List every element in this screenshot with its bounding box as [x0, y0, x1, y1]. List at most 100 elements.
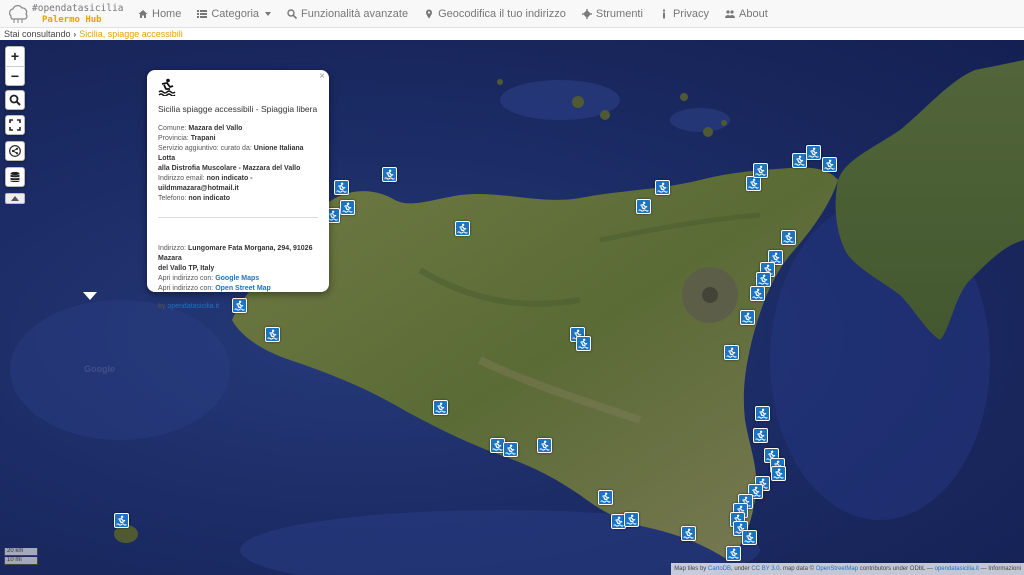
- beach-marker[interactable]: [742, 530, 757, 545]
- beach-marker[interactable]: [753, 428, 768, 443]
- map-canvas[interactable]: Google + − × Sicilia spiagge accessibili…: [0, 40, 1024, 575]
- popup-email: Indirizzo email: non indicato - uildmmaz…: [158, 175, 253, 192]
- wheelchair-swimmer-icon: [267, 329, 278, 340]
- search-button[interactable]: [5, 90, 25, 110]
- wheelchair-swimmer-icon: [783, 232, 794, 243]
- beach-marker[interactable]: [771, 466, 786, 481]
- brand-logo[interactable]: #opendatasicilia Palermo Hub: [6, 2, 124, 26]
- wheelchair-swimmer-icon: [758, 274, 769, 285]
- chevron-right-icon: ›: [73, 29, 77, 39]
- wheelchair-swimmer-icon: [755, 165, 766, 176]
- wheelchair-swimmer-icon: [683, 528, 694, 539]
- beach-marker[interactable]: [781, 230, 796, 245]
- popup-indirizzo-cont: del Vallo TP, Italy: [158, 265, 215, 272]
- wheelchair-swimmer-icon: [384, 169, 395, 180]
- wheelchair-swimmer-icon: [158, 78, 176, 97]
- share-button[interactable]: [5, 141, 25, 161]
- wheelchair-swimmer-icon: [457, 223, 468, 234]
- nav-home-label: Home: [152, 8, 182, 20]
- nav-about-label: About: [739, 8, 768, 20]
- nav-categoria-dropdown[interactable]: Categoria: [189, 0, 279, 28]
- beach-marker[interactable]: [753, 163, 768, 178]
- fullscreen-button[interactable]: [5, 115, 25, 135]
- carto-link[interactable]: CartoDB: [708, 566, 731, 572]
- nav-geocodifica-label: Geocodifica il tuo indirizzo: [438, 8, 566, 20]
- popup-tip: [83, 292, 97, 300]
- caret-down-icon: [265, 12, 272, 16]
- beach-marker[interactable]: [792, 153, 807, 168]
- popup-open-google: Apri indirizzo con: Google Maps: [158, 275, 260, 282]
- beach-marker[interactable]: [724, 345, 739, 360]
- nav-categoria-label: Categoria: [211, 8, 260, 20]
- beach-marker[interactable]: [576, 336, 591, 351]
- site-link[interactable]: opendatasicilia.it: [935, 566, 979, 572]
- nav-home[interactable]: Home: [130, 0, 189, 28]
- popup-provincia: Provincia: Trapani: [158, 135, 216, 142]
- scale-km: 20 km: [4, 548, 38, 556]
- beach-marker[interactable]: [740, 310, 755, 325]
- wheelchair-swimmer-icon: [505, 444, 516, 455]
- beach-marker[interactable]: [755, 406, 770, 421]
- popup-servizio: Servizio aggiuntivo: curato da: Unione I…: [158, 145, 304, 162]
- license-link[interactable]: CC BY 3.0: [751, 566, 779, 572]
- beach-marker[interactable]: [265, 327, 280, 342]
- google-maps-link[interactable]: Google Maps: [215, 275, 259, 282]
- breadcrumb-current[interactable]: Sicilia, spiagge accessibili: [79, 29, 183, 39]
- popup-comune: Comune: Mazara del Vallo: [158, 125, 243, 132]
- beach-marker[interactable]: [636, 199, 651, 214]
- zoom-out-button[interactable]: −: [5, 65, 25, 85]
- nav-strumenti[interactable]: Strumenti: [574, 0, 651, 28]
- beach-marker[interactable]: [822, 157, 837, 172]
- beach-marker[interactable]: [750, 286, 765, 301]
- popup-divider: [158, 217, 318, 218]
- beach-marker[interactable]: [655, 180, 670, 195]
- nav-geocodifica[interactable]: Geocodifica il tuo indirizzo: [416, 0, 574, 28]
- beach-marker[interactable]: [598, 490, 613, 505]
- wheelchair-swimmer-icon: [492, 440, 503, 451]
- wheelchair-swimmer-icon: [808, 147, 819, 158]
- list-icon: [197, 10, 208, 18]
- beach-marker[interactable]: [382, 167, 397, 182]
- wheelchair-swimmer-icon: [794, 155, 805, 166]
- beach-marker[interactable]: [537, 438, 552, 453]
- wheelchair-swimmer-icon: [744, 532, 755, 543]
- beach-marker[interactable]: [433, 400, 448, 415]
- beach-marker[interactable]: [624, 512, 639, 527]
- cloud-logo-icon: [9, 5, 28, 23]
- beach-marker[interactable]: [726, 546, 741, 561]
- wheelchair-swimmer-icon: [626, 514, 637, 525]
- fullscreen-icon: [9, 119, 21, 131]
- beach-marker[interactable]: [746, 176, 761, 191]
- collapse-toggle-button[interactable]: [5, 193, 25, 204]
- beach-marker[interactable]: [455, 221, 470, 236]
- layers-button[interactable]: [5, 167, 25, 187]
- wheelchair-swimmer-icon: [638, 201, 649, 212]
- beach-marker[interactable]: [503, 442, 518, 457]
- search-icon: [287, 9, 298, 19]
- beach-marker[interactable]: [806, 145, 821, 160]
- osm-link[interactable]: Open Street Map: [215, 285, 271, 292]
- zoom-control: + −: [5, 46, 25, 86]
- nav-about[interactable]: About: [717, 0, 776, 28]
- nav-privacy[interactable]: Privacy: [651, 0, 717, 28]
- opendatasicilia-link[interactable]: opendatasicilia.it: [167, 303, 219, 310]
- wheelchair-swimmer-icon: [539, 440, 550, 451]
- map-attribution: Map tiles by CartoDB, under CC BY 3.0. m…: [671, 563, 1024, 575]
- brand-subtitle: Palermo Hub: [42, 15, 102, 25]
- share-icon: [9, 145, 21, 157]
- beach-marker[interactable]: [340, 200, 355, 215]
- nav-funzionalita[interactable]: Funzionalità avanzate: [279, 0, 416, 28]
- beach-marker[interactable]: [681, 526, 696, 541]
- brand-title: #opendatasicilia: [32, 3, 124, 14]
- wheelchair-swimmer-icon: [752, 288, 763, 299]
- popup-indirizzo: Indirizzo: Lungomare Fata Morgana, 294, …: [158, 245, 313, 262]
- zoom-in-button[interactable]: +: [5, 47, 25, 66]
- wheelchair-swimmer-icon: [748, 178, 759, 189]
- wheelchair-swimmer-icon: [773, 468, 784, 479]
- beach-marker[interactable]: [114, 513, 129, 528]
- close-icon[interactable]: ×: [319, 72, 325, 82]
- wheelchair-swimmer-icon: [342, 202, 353, 213]
- beach-marker[interactable]: [756, 272, 771, 287]
- beach-marker[interactable]: [334, 180, 349, 195]
- osm-attribution-link[interactable]: OpenStreetMap: [816, 566, 858, 572]
